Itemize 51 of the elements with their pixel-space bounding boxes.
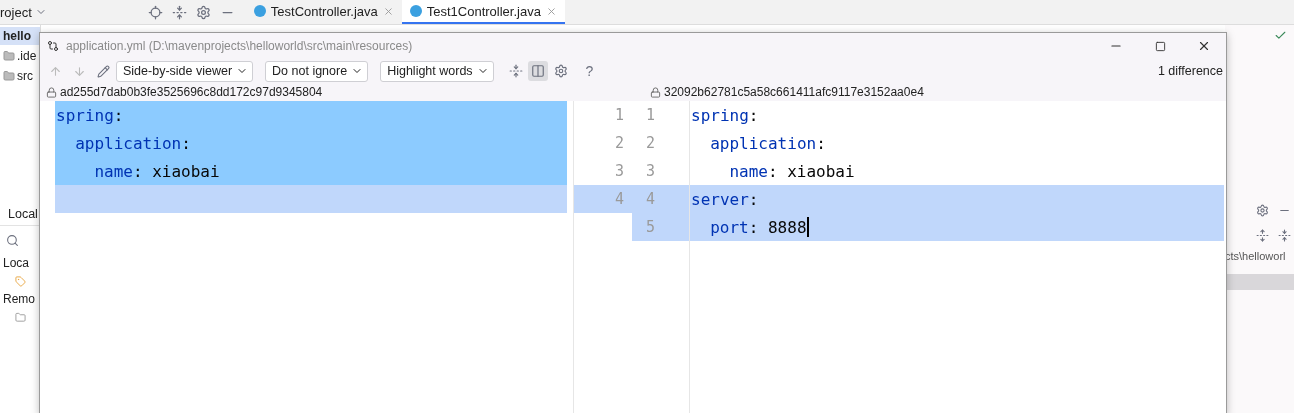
scrollbar [1225, 274, 1294, 290]
editor-tab[interactable]: TestController.java [245, 0, 402, 24]
editor-tab[interactable]: Test1Controller.java [401, 0, 565, 24]
collapse-icon[interactable] [508, 64, 523, 78]
folder-icon [3, 70, 15, 82]
dropdown[interactable]: Do not ignore [265, 60, 369, 82]
line-number: 4 [614, 190, 624, 208]
tree-item[interactable]: Remo [0, 290, 40, 308]
line-number: 5 [645, 218, 655, 236]
diff-icon [47, 40, 59, 52]
tree-item[interactable]: src [0, 67, 40, 85]
check-icon [1274, 29, 1287, 42]
path-text: cts\helloworl [1225, 249, 1287, 262]
tree-item[interactable]: hello [0, 27, 40, 45]
expand-icon[interactable] [1255, 229, 1269, 242]
line-number: 1 [614, 106, 624, 124]
difference-count: 1 difference [1157, 64, 1223, 78]
tree-item[interactable]: Loca [0, 254, 40, 272]
lock-icon [46, 86, 57, 98]
search-icon[interactable] [5, 233, 19, 247]
folder-icon [3, 50, 15, 62]
line-number: 3 [614, 162, 624, 180]
line-number: 2 [614, 134, 624, 152]
revision-hash: 32092b62781c5a58c661411afc9117e3152aa0e4 [664, 85, 924, 99]
line-number: 3 [645, 162, 655, 180]
line-number: 1 [645, 106, 655, 124]
collapse-icon[interactable] [1277, 229, 1291, 242]
maximize-icon[interactable] [1154, 40, 1166, 52]
window-title: application.yml (D:\mavenprojects\helloworld\src\main\resources) [66, 39, 414, 53]
line-number: 2 [645, 134, 655, 152]
revision-hash: ad255d7dab0b3fe3525696c8dd172c97d9345804 [60, 85, 323, 99]
tag-icon [14, 275, 26, 287]
close-icon[interactable] [1197, 39, 1211, 53]
dropdown[interactable]: Side-by-side viewer [116, 60, 254, 82]
lock-icon [650, 86, 661, 98]
help-button[interactable]: ? [585, 63, 594, 79]
settings-icon[interactable] [553, 64, 568, 78]
collapse-icon[interactable] [172, 4, 188, 20]
dropdown[interactable]: Highlight words [380, 60, 494, 82]
crosshair-icon[interactable] [148, 4, 164, 20]
code-line: name: xiaobai [728, 160, 856, 183]
project-label[interactable]: roject [0, 4, 32, 20]
settings-icon[interactable] [1255, 204, 1269, 217]
tree-item[interactable]: .ide [0, 47, 40, 65]
line-number: 4 [645, 190, 655, 208]
settings-icon[interactable] [196, 4, 212, 20]
sync-scroll-button[interactable] [527, 61, 548, 81]
folder-icon [14, 311, 26, 323]
code-line: application: [709, 132, 827, 155]
code-line: spring: [690, 104, 760, 127]
pencil-icon[interactable] [96, 64, 110, 78]
